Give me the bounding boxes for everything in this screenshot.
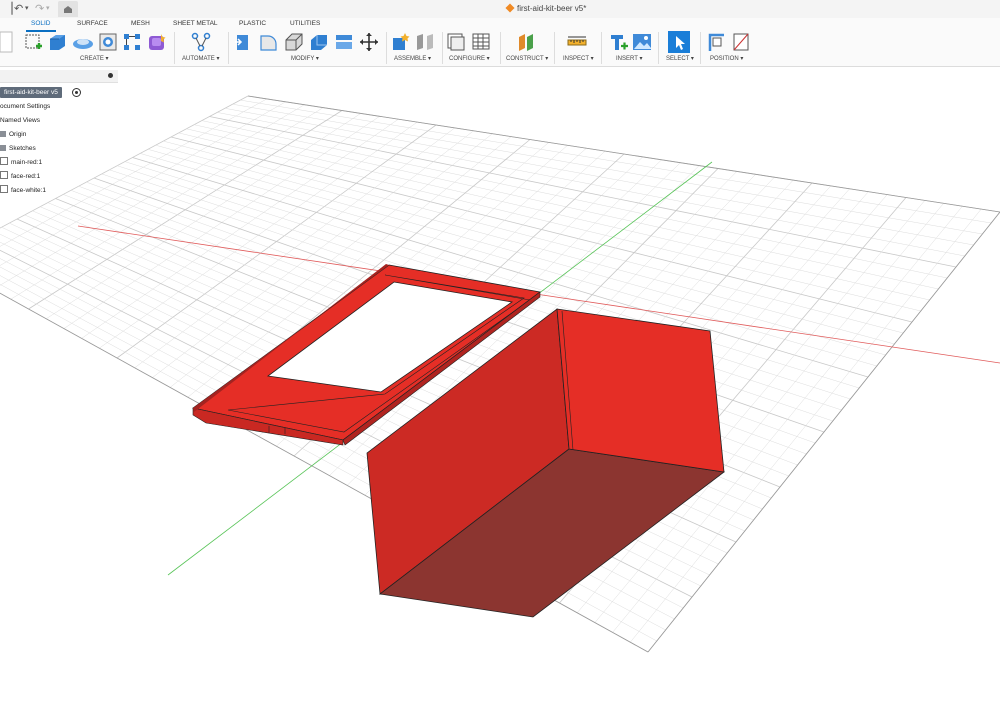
browser-item-label: face-white:1 xyxy=(11,187,47,194)
browser-item-label: main-red:1 xyxy=(11,159,43,166)
browser-item-label: face-red:1 xyxy=(11,173,41,180)
folder-icon xyxy=(0,131,6,137)
browser-item-face-white[interactable]: face-white:1 xyxy=(0,185,46,196)
browser-item-sketches[interactable]: Sketches xyxy=(0,143,36,154)
box-front-face xyxy=(556,308,725,473)
browser-item-label: Sketches xyxy=(9,145,36,152)
component-icon xyxy=(0,171,8,179)
active-document-radio-icon[interactable] xyxy=(72,88,81,97)
browser-header xyxy=(0,70,118,83)
browser-pin-icon[interactable] xyxy=(108,73,113,78)
viewport-canvas[interactable] xyxy=(0,0,1000,708)
browser-item-label: Named Views xyxy=(0,117,40,124)
browser-item-label: ocument Settings xyxy=(0,103,51,110)
browser-item-main-red[interactable]: main-red:1 xyxy=(0,157,42,168)
browser-root[interactable]: first-aid-kit-beer v5 xyxy=(0,87,62,98)
browser-item-document-settings[interactable]: ocument Settings xyxy=(0,101,50,112)
component-icon xyxy=(0,185,8,193)
browser-item-named-views[interactable]: Named Views xyxy=(0,115,40,126)
browser-item-label: Origin xyxy=(9,131,27,138)
browser-item-face-red[interactable]: face-red:1 xyxy=(0,171,40,182)
component-icon xyxy=(0,157,8,165)
folder-icon xyxy=(0,145,6,151)
browser-item-origin[interactable]: Origin xyxy=(0,129,26,140)
browser-root-label: first-aid-kit-beer v5 xyxy=(4,89,58,96)
